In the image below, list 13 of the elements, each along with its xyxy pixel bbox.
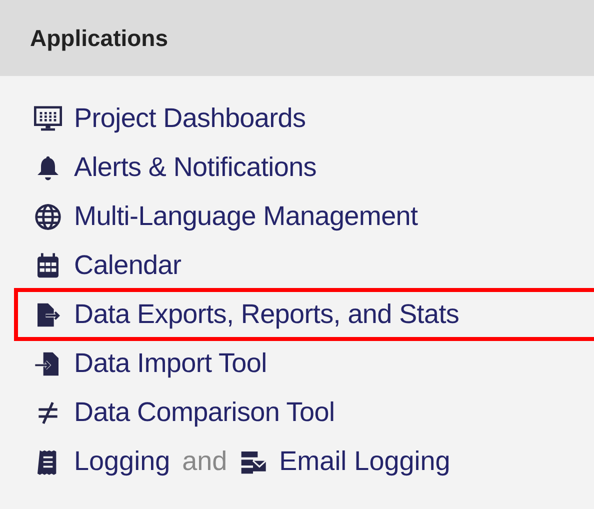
- app-link[interactable]: Data Comparison Tool: [74, 392, 335, 433]
- app-link[interactable]: Project Dashboards: [74, 98, 306, 139]
- app-link[interactable]: Calendar: [74, 245, 182, 286]
- app-link[interactable]: Multi-Language Management: [74, 196, 418, 237]
- app-link[interactable]: Data Exports, Reports, and Stats: [74, 294, 460, 335]
- monitor-icon: [34, 104, 62, 132]
- app-link[interactable]: Email Logging: [279, 441, 450, 482]
- app-link[interactable]: Logging: [74, 441, 170, 482]
- panel-title: Applications: [30, 24, 168, 53]
- joiner-text: and: [182, 445, 228, 478]
- globe-icon: [34, 202, 62, 230]
- app-link[interactable]: Alerts & Notifications: [74, 147, 316, 188]
- app-link[interactable]: Data Import Tool: [74, 343, 267, 384]
